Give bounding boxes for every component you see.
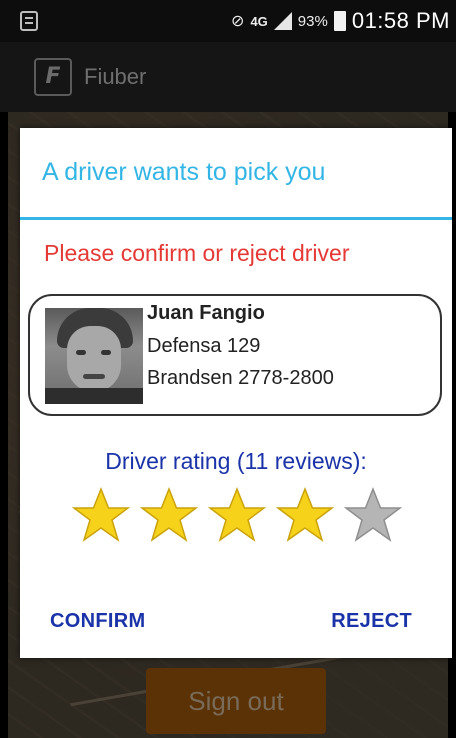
- dialog-message: Please confirm or reject driver: [44, 240, 350, 266]
- status-bar: ⊘ 4G 93% 01:58 PM: [0, 0, 456, 42]
- confirm-button[interactable]: CONFIRM: [50, 610, 145, 633]
- sign-out-button: Sign out: [146, 668, 326, 734]
- driver-card: Juan Fangio Defensa 129 Brandsen 2778-28…: [28, 294, 442, 416]
- reject-button[interactable]: REJECT: [331, 610, 412, 633]
- driver-address-line1: Defensa 129: [147, 335, 261, 357]
- battery-percent: 93%: [297, 12, 328, 30]
- driver-rating-label: Driver rating (11 reviews):: [105, 448, 367, 474]
- notification-icon: [20, 11, 38, 31]
- status-indicators: ⊘ 4G 93% 01:58 PM: [231, 8, 450, 34]
- app-bar: F Fiuber: [0, 42, 456, 112]
- clock: 01:58 PM: [351, 8, 450, 33]
- driver-avatar: [45, 308, 143, 404]
- star-filled-icon: [275, 486, 335, 542]
- network-type: 4G: [250, 13, 268, 29]
- driver-address-line2: Brandsen 2778-2800: [147, 367, 334, 389]
- app-logo-icon: F: [34, 58, 72, 96]
- driver-name: Juan Fangio: [147, 302, 265, 324]
- star-filled-icon: [139, 486, 199, 542]
- signal-strength-icon: [273, 12, 292, 30]
- star-filled-icon: [207, 486, 267, 542]
- dialog-title: A driver wants to pick you: [42, 158, 326, 186]
- battery-icon: [333, 11, 346, 31]
- dialog-divider: [20, 217, 452, 220]
- app-title: Fiuber: [84, 64, 147, 89]
- star-empty-icon: [343, 486, 403, 542]
- mute-signal-icon: ⊘: [231, 13, 245, 30]
- star-filled-icon: [71, 486, 131, 542]
- driver-request-dialog: A driver wants to pick you Please confir…: [20, 128, 452, 658]
- star-rating: [70, 486, 404, 546]
